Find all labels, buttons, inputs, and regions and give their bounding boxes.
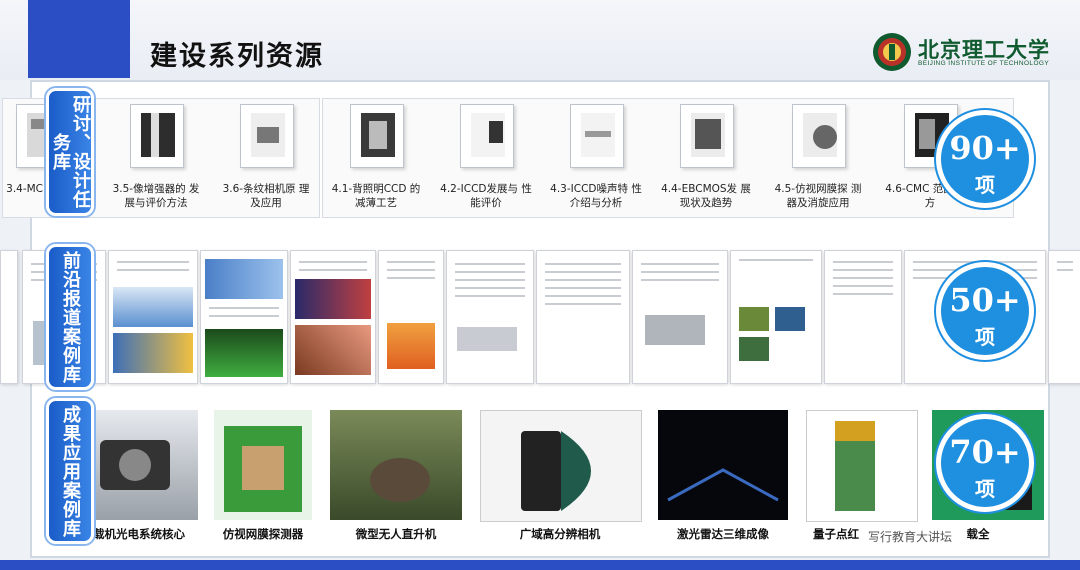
doc-caption: 4.5-仿视网膜探 测器及消旋应用 [774, 183, 862, 209]
quantum-dot-icon [835, 421, 875, 511]
doc-item[interactable]: 3.5-像增强器的 发展与评价方法 [108, 100, 204, 212]
product-image[interactable] [80, 410, 198, 520]
watermark-text: 写行教育大讲坛 [868, 530, 953, 544]
footer-band [0, 560, 1080, 570]
product-image[interactable] [806, 410, 918, 522]
count-badge-frontier-cases: 50+ 项 [936, 262, 1034, 360]
badge-unit: 项 [975, 173, 995, 197]
row-label-application-cases: 成果应用案例库 [46, 398, 94, 544]
paper-thumbnail[interactable] [536, 250, 630, 384]
product-caption: 激光雷达三维成像 [677, 527, 769, 541]
product-caption: 载全 [966, 527, 990, 541]
row-label-frontier-cases: 前沿报道案例库 [46, 244, 94, 390]
product-caption: 载机光电系统核心 [93, 527, 185, 541]
badge-count: 90+ [949, 129, 1021, 167]
badge-unit: 项 [975, 325, 995, 349]
badge-count: 70+ [949, 433, 1021, 471]
doc-caption: 3.5-像增强器的 发展与评价方法 [112, 183, 200, 209]
doc-caption: 4.3-ICCD噪声特 性介绍与分析 [550, 183, 642, 209]
camera-device-icon [100, 440, 170, 490]
product-image[interactable] [214, 410, 312, 520]
doc-caption: 4.4-EBCMOS发 展现状及趋势 [661, 183, 751, 209]
paper-thumbnail[interactable] [200, 250, 288, 384]
paper-thumbnail[interactable] [632, 250, 728, 384]
paper-thumbnail[interactable] [290, 250, 376, 384]
doc-caption: 4.2-ICCD发展与 性能评价 [440, 183, 532, 209]
bit-logo-icon [873, 33, 911, 71]
doc-item[interactable]: 4.4-EBCMOS发 展现状及趋势 [658, 100, 754, 212]
helicopter-photo-icon [370, 458, 430, 502]
doc-item[interactable]: 4.2-ICCD发展与 性能评价 [438, 100, 534, 212]
paper-thumbnail[interactable] [824, 250, 902, 384]
paper-thumbnail[interactable] [0, 250, 18, 384]
product-caption: 广域高分辨相机 [519, 527, 601, 541]
product-image[interactable] [480, 410, 642, 522]
header-accent-bar [28, 0, 130, 78]
product-caption: 仿视网膜探测器 [222, 527, 304, 541]
product-image[interactable] [658, 410, 788, 520]
product-image[interactable] [330, 410, 462, 520]
document-icon [240, 104, 294, 168]
paper-thumbnail[interactable] [446, 250, 534, 384]
count-badge-design-tasks: 90+ 项 [936, 110, 1034, 208]
badge-unit: 项 [975, 477, 995, 501]
document-icon [792, 104, 846, 168]
lidar-scene-icon [667, 468, 779, 502]
product-caption: 量子点红 [813, 527, 859, 541]
paper-thumbnail[interactable] [1048, 250, 1080, 384]
doc-caption: 4.1-背照明CCD 的减薄工艺 [331, 183, 421, 209]
document-icon [570, 104, 624, 168]
doc-item[interactable]: 4.5-仿视网膜探 测器及消旋应用 [770, 100, 866, 212]
camera-lens-icon [521, 431, 591, 511]
doc-item[interactable]: 4.1-背照明CCD 的减薄工艺 [328, 100, 424, 212]
chip-icon [224, 426, 302, 512]
paper-thumbnail[interactable] [730, 250, 822, 384]
document-icon [460, 104, 514, 168]
doc-caption: 3.6-条纹相机原 理及应用 [222, 183, 310, 209]
count-badge-application-cases: 70+ 项 [936, 414, 1034, 512]
doc-item[interactable]: 4.3-ICCD噪声特 性介绍与分析 [548, 100, 644, 212]
document-icon [130, 104, 184, 168]
paper-thumbnail[interactable] [378, 250, 444, 384]
doc-item[interactable]: 3.6-条纹相机原 理及应用 [218, 100, 314, 212]
badge-count: 50+ [949, 281, 1021, 319]
row-label-design-tasks: 研讨、设计任务库 [46, 88, 94, 216]
product-caption: 微型无人直升机 [355, 527, 437, 541]
document-icon [350, 104, 404, 168]
paper-thumbnail[interactable] [108, 250, 198, 384]
logo-name-en: BEIJING INSTITUTE OF TECHNOLOGY [918, 60, 1050, 67]
document-icon [680, 104, 734, 168]
page-title: 建设系列资源 [150, 41, 324, 72]
